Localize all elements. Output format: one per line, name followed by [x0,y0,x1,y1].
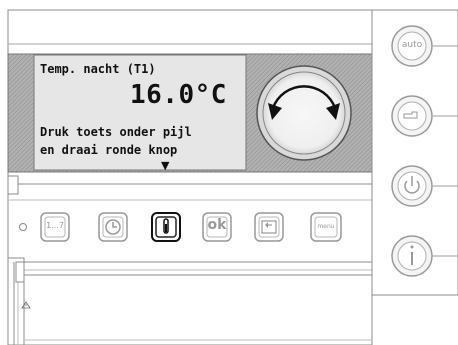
power-button[interactable] [392,166,432,206]
status-led [19,223,27,231]
thermometer-button[interactable] [152,213,180,241]
instruction-line-2: en draai ronde knop [40,143,178,157]
menu-button[interactable] [311,213,341,241]
auto-button[interactable] [392,26,432,66]
display-mode-label: Temp. nacht (T1) [40,62,156,76]
clock-button[interactable] [99,213,127,241]
ok-button[interactable] [203,213,231,241]
back-button[interactable] [255,213,283,241]
instruction-line-1: Druk toets onder pijl [40,125,192,139]
cover-flap-handle[interactable] [24,262,372,345]
program-button[interactable] [41,213,69,241]
info-button[interactable] [392,236,432,276]
down-arrow-icon: ▼ [161,159,170,172]
rotary-knob[interactable] [257,66,351,160]
manual-button[interactable] [392,96,432,136]
temperature-readout: 16.0°C [130,80,227,110]
